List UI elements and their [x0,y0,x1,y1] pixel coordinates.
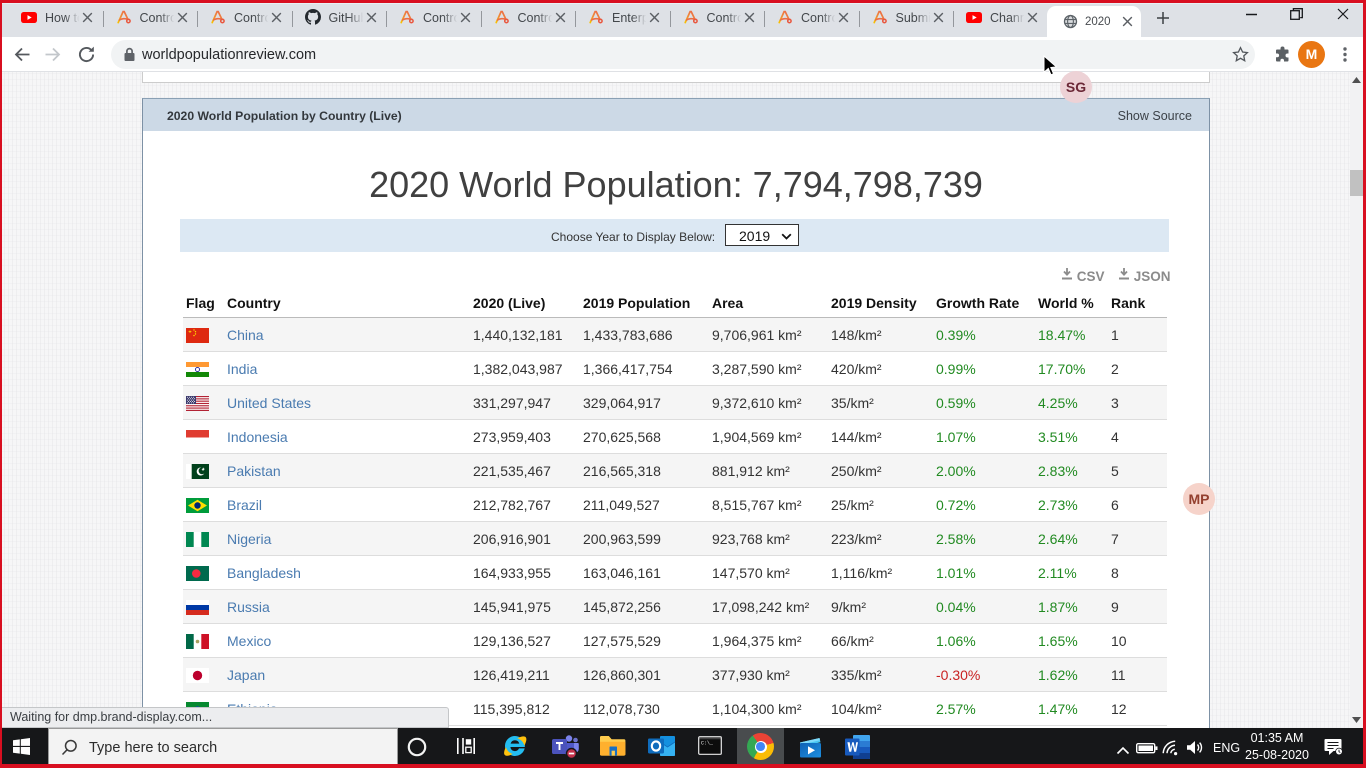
svg-text:C:\_: C:\_ [701,741,714,747]
